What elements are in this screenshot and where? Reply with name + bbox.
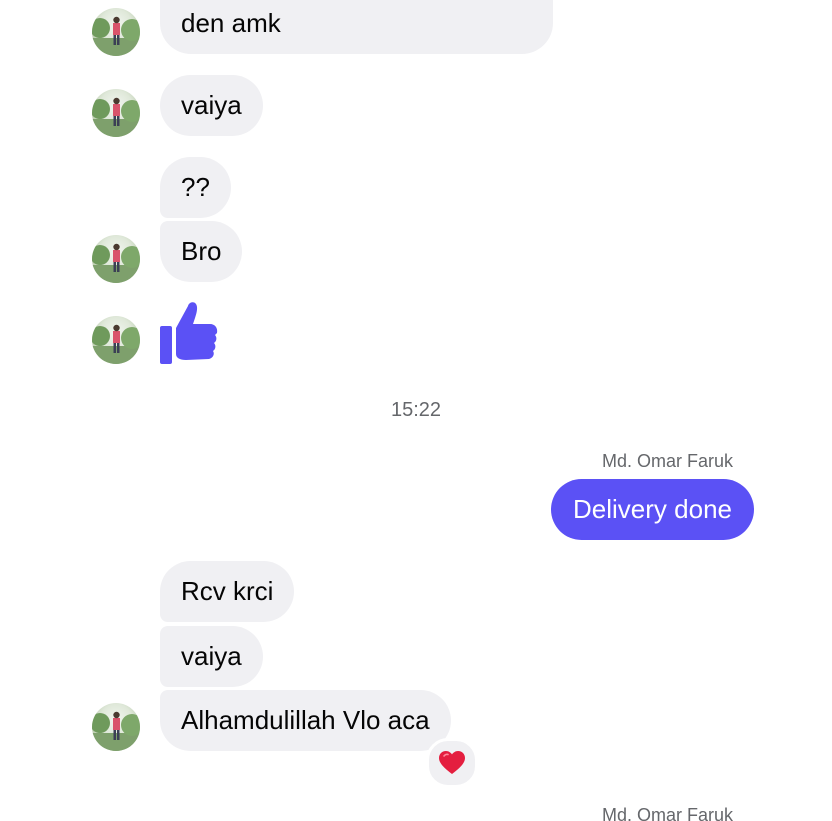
contact-avatar[interactable] (92, 703, 140, 751)
avatar-photo (92, 324, 140, 364)
avatar-photo (92, 97, 140, 137)
chat-thread: den amk vaiya ?? Bro 15:22 Md. Omar Faru… (0, 0, 832, 821)
outgoing-message-bubble[interactable]: Delivery done (551, 479, 754, 540)
contact-avatar[interactable] (92, 235, 140, 283)
heart-icon (439, 751, 465, 774)
message-text: Alhamdulillah Vlo aca (181, 705, 430, 735)
sender-name: Md. Omar Faruk (601, 805, 733, 821)
reaction-badge[interactable] (426, 738, 478, 788)
contact-avatar[interactable] (92, 89, 140, 137)
avatar-photo (92, 243, 140, 283)
message-bubble[interactable]: Rcv krci (160, 561, 295, 622)
message-bubble[interactable]: vaiya (160, 75, 263, 136)
message-text: den amk (181, 8, 281, 38)
message-bubble[interactable]: ?? (160, 157, 231, 218)
message-text: Bro (181, 236, 222, 266)
message-bubble[interactable]: Bro (160, 221, 243, 282)
sender-name: Md. Omar Faruk (601, 451, 733, 471)
message-text: vaiya (181, 641, 242, 671)
message-bubble[interactable]: vaiya (160, 626, 263, 687)
avatar-photo (92, 711, 140, 751)
contact-avatar[interactable] (92, 8, 140, 56)
timestamp: 15:22 (390, 399, 442, 421)
avatar-photo (92, 16, 140, 56)
message-bubble[interactable]: den amk (160, 0, 553, 54)
message-text: ?? (181, 172, 210, 202)
message-bubble[interactable]: Alhamdulillah Vlo aca (160, 690, 451, 751)
message-text: Rcv krci (181, 576, 274, 606)
message-text: Delivery done (573, 494, 732, 524)
message-text: vaiya (181, 90, 242, 120)
thumbs-up-icon[interactable] (158, 298, 220, 366)
contact-avatar[interactable] (92, 316, 140, 364)
